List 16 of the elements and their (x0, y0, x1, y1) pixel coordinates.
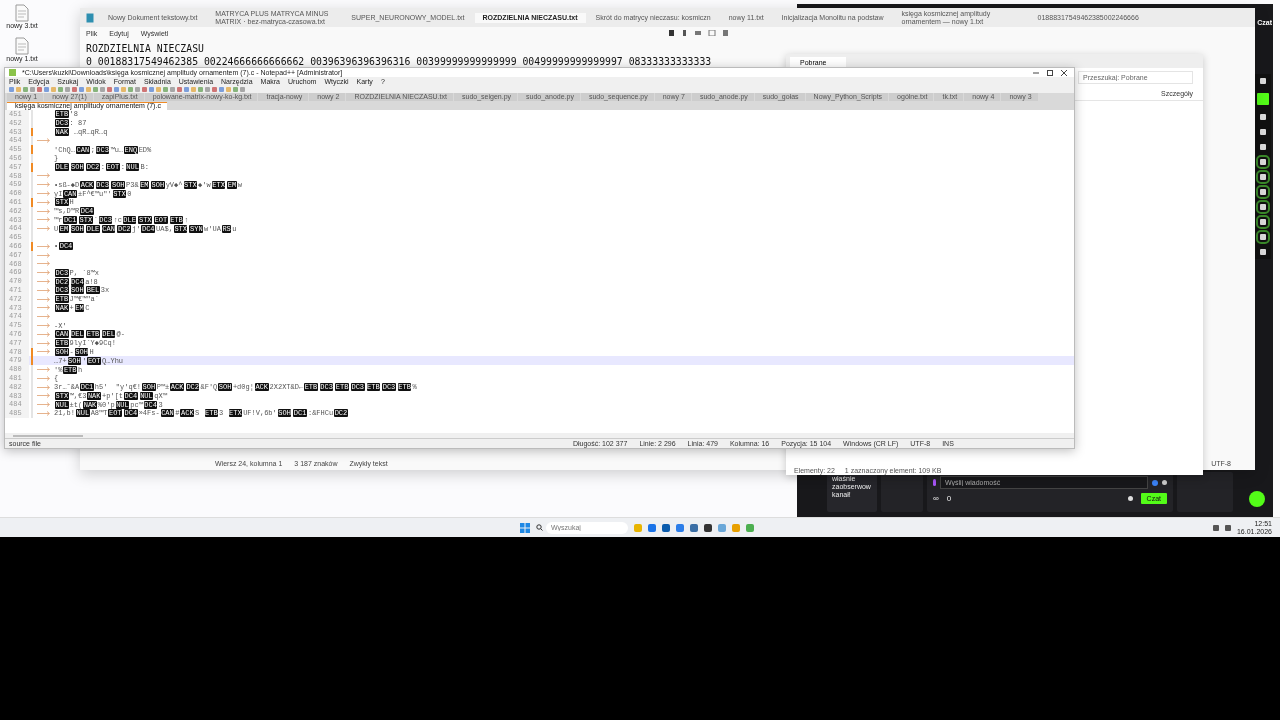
notepad-icon (86, 12, 94, 23)
search-icon (536, 524, 543, 531)
file-icon[interactable] (15, 4, 29, 22)
microphone-icon[interactable] (933, 479, 936, 486)
text-line: 0 00188317549462385 00224666666666662 00396396396396316 00399999999999999 00499999999999997 08333333333333 (86, 55, 712, 68)
notepad-icon (9, 69, 16, 76)
start-icon[interactable] (520, 522, 530, 533)
points-count: ∞ (933, 494, 939, 503)
card-background (1177, 472, 1233, 512)
badge-icon[interactable] (1152, 479, 1158, 486)
maximize-icon[interactable] (1046, 68, 1054, 77)
file-icon[interactable] (15, 37, 29, 55)
scrollbar-thumb[interactable] (13, 434, 83, 437)
gift-count: 0 (946, 494, 952, 503)
text-line: ROZDZIELNIA NIECZASU (86, 42, 204, 55)
format-toolbar-drawing[interactable] (669, 30, 729, 36)
